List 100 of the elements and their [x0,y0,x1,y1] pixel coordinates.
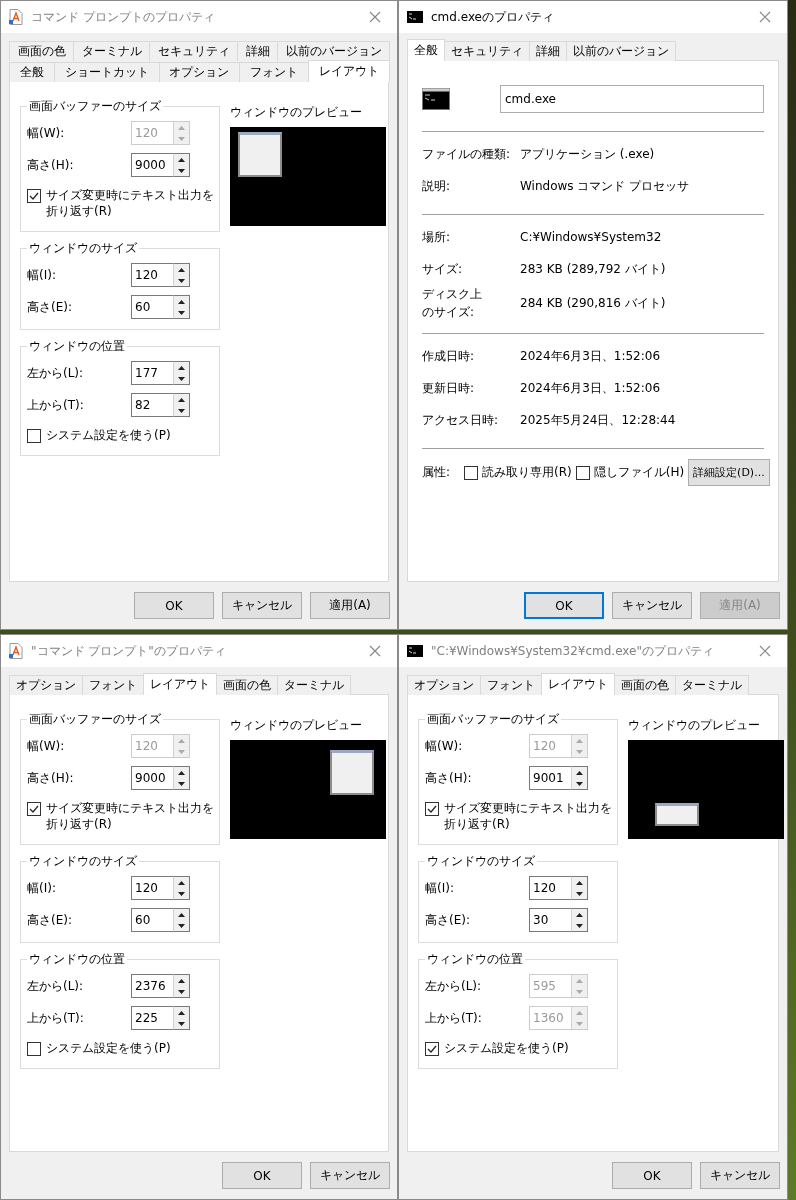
tab[interactable]: レイアウト [541,673,615,695]
up-arrow-icon[interactable] [178,365,185,370]
up-arrow-icon[interactable] [178,912,185,917]
dialog-button[interactable]: キャンセル [612,592,692,619]
tab[interactable]: フォント [82,675,144,695]
up-arrow-icon[interactable] [576,912,583,917]
tab[interactable]: 全般 [9,62,55,82]
spin-buttons[interactable] [571,876,588,900]
spin-buttons[interactable] [173,153,190,177]
up-arrow-icon[interactable] [178,880,185,885]
spin-buttons[interactable] [173,974,190,998]
checkbox-label: 隠しファイル(H) [593,464,685,480]
field-label: 幅(W): [27,737,66,755]
down-arrow-icon[interactable] [576,891,583,896]
spin-buttons[interactable] [173,766,190,790]
field-label: 上から(T): [27,396,85,414]
field-label: 高さ(E): [425,911,471,929]
spin-buttons[interactable] [173,1006,190,1030]
close-icon [759,645,771,657]
tab[interactable]: オプション [9,675,83,695]
spin-buttons[interactable] [571,908,588,932]
property-value: C:¥Windows¥System32 [520,230,662,244]
window-title: "C:¥Windows¥System32¥cmd.exe"のプロパティ [431,642,715,660]
tab[interactable]: 詳細 [529,41,567,61]
checkbox[interactable] [27,1042,41,1056]
checkbox[interactable] [27,802,41,816]
tab[interactable]: レイアウト [143,673,217,695]
advanced-button[interactable]: 詳細設定(D)... [688,458,770,486]
up-arrow-icon[interactable] [178,978,185,983]
property-value: アプリケーション (.exe) [520,145,655,163]
checkbox[interactable] [27,429,41,443]
tab[interactable]: ショートカット [53,62,160,82]
tab[interactable]: 画面の色 [216,675,278,695]
up-arrow-icon[interactable] [178,299,185,304]
up-arrow-icon[interactable] [178,157,185,162]
dialog-button[interactable]: OK [222,1162,302,1189]
property-value: 2024年6月3日、1:52:06 [520,379,661,397]
checkbox[interactable] [464,466,478,480]
checkbox[interactable] [425,1042,439,1056]
up-arrow-icon[interactable] [576,770,583,775]
property-value: 2025年5月24日、12:28:44 [520,411,676,429]
down-arrow-icon[interactable] [178,408,185,413]
group-title: ウィンドウの位置 [426,951,524,968]
spin-buttons[interactable] [173,295,190,319]
tab[interactable]: オプション [407,675,481,695]
tab[interactable]: 画面の色 [9,41,74,61]
tab[interactable]: セキュリティ [444,41,530,61]
name-field[interactable]: cmd.exe [500,85,764,113]
tab[interactable]: 全般 [407,39,445,61]
property-label: 作成日時: [422,348,476,365]
spin-buttons[interactable] [173,908,190,932]
dialog-button[interactable]: キャンセル [310,1162,390,1189]
down-arrow-icon[interactable] [178,310,185,315]
window-title: コマンド プロンプトのプロパティ [31,8,216,26]
checkbox-label: 読み取り専用(R) [482,464,572,480]
down-arrow-icon[interactable] [178,891,185,896]
dialog-button[interactable]: OK [524,592,604,619]
tab[interactable]: 画面の色 [614,675,676,695]
tab[interactable]: ターミナル [675,675,749,695]
up-arrow-icon[interactable] [178,267,185,272]
field-label: 高さ(H): [27,769,75,787]
tab[interactable]: フォント [239,62,310,82]
up-arrow-icon[interactable] [178,1010,185,1015]
checkbox[interactable] [27,189,41,203]
property-label: ファイルの種類: [422,146,512,163]
down-arrow-icon[interactable] [576,923,583,928]
tab[interactable]: レイアウト [308,60,390,82]
spin-buttons[interactable] [173,263,190,287]
tab[interactable]: オプション [158,62,241,82]
spin-buttons[interactable] [173,393,190,417]
tab[interactable]: ターミナル [277,675,351,695]
spin-buttons[interactable] [173,876,190,900]
tab[interactable]: 以前のバージョン [566,41,676,61]
down-arrow-icon[interactable] [178,168,185,173]
spin-buttons[interactable] [571,766,588,790]
down-arrow-icon[interactable] [178,376,185,381]
checkbox[interactable] [425,802,439,816]
down-arrow-icon[interactable] [178,1021,185,1026]
down-arrow-icon[interactable] [178,923,185,928]
property-value: 2024年6月3日、1:52:06 [520,347,661,365]
down-arrow-icon[interactable] [178,989,185,994]
down-arrow-icon[interactable] [576,781,583,786]
dialog-button[interactable]: 適用(A) [310,592,390,619]
dialog-button[interactable]: OK [612,1162,692,1189]
dialog-button[interactable]: キャンセル [700,1162,780,1189]
tab[interactable]: 以前のバージョン [277,41,390,61]
field-label: 左から(L): [27,977,85,995]
up-arrow-icon[interactable] [576,880,583,885]
property-value: 284 KB (290,816 バイト) [520,294,666,312]
dialog-button[interactable]: キャンセル [222,592,302,619]
field-label: 左から(L): [27,364,85,382]
down-arrow-icon[interactable] [178,278,185,283]
spin-buttons[interactable] [173,361,190,385]
up-arrow-icon[interactable] [178,397,185,402]
dialog-button[interactable]: OK [134,592,214,619]
console-icon [422,88,450,110]
down-arrow-icon[interactable] [178,781,185,786]
tab[interactable]: フォント [480,675,542,695]
checkbox[interactable] [575,466,590,480]
up-arrow-icon[interactable] [178,770,185,775]
